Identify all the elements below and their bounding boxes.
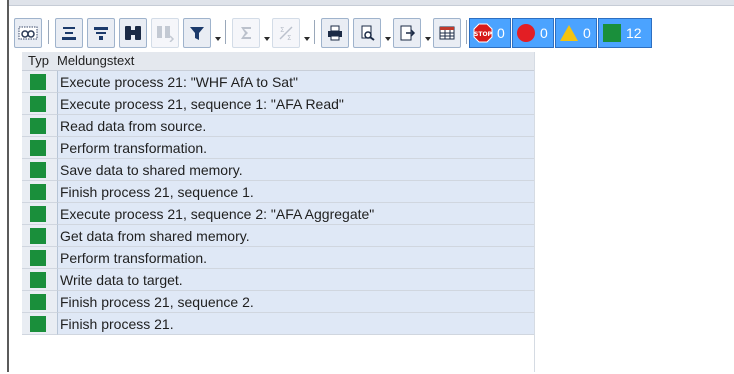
set-filter-dropdown[interactable] (215, 37, 221, 41)
svg-text:Σ: Σ (287, 34, 291, 42)
alv-toolbar: ΣΣ STOP 0 0 0 12 (10, 8, 734, 50)
type-cell[interactable] (22, 93, 57, 115)
message-text[interactable]: Execute process 21, sequence 1: "AFA Rea… (57, 93, 534, 115)
type-cell[interactable] (22, 159, 57, 181)
success-status-icon (30, 294, 46, 310)
stop-count: 0 (497, 25, 505, 41)
green-square-icon (602, 23, 622, 43)
type-cell[interactable] (22, 115, 57, 137)
message-text[interactable]: Finish process 21, sequence 2. (57, 291, 534, 313)
toolbar-separator (466, 20, 467, 44)
red-circle-icon (516, 23, 536, 43)
message-text[interactable]: Save data to shared memory. (57, 159, 534, 181)
column-header-type[interactable]: Typ (28, 53, 49, 68)
message-text[interactable]: Perform transformation. (57, 247, 534, 269)
message-text[interactable]: Read data from source. (57, 115, 534, 137)
error-counter[interactable]: 0 (512, 18, 554, 48)
success-status-icon (30, 184, 46, 200)
find-next-icon[interactable] (151, 18, 179, 48)
table-row[interactable]: Execute process 21: "WHF AfA to Sat" (22, 71, 534, 93)
table-header: Typ Meldungstext (22, 52, 534, 71)
total-dropdown[interactable] (264, 37, 270, 41)
success-status-icon (30, 272, 46, 288)
table-row[interactable]: Read data from source. (22, 115, 534, 137)
message-text[interactable]: Finish process 21. (57, 313, 534, 335)
table-row[interactable]: Write data to target. (22, 269, 534, 291)
success-status-icon (30, 118, 46, 134)
filter-lines-icon[interactable] (87, 18, 115, 48)
success-status-icon (30, 316, 46, 332)
message-text[interactable]: Write data to target. (57, 269, 534, 291)
total-icon[interactable] (232, 18, 260, 48)
export-icon[interactable] (393, 18, 421, 48)
type-cell[interactable] (22, 291, 57, 313)
svg-text:STOP: STOP (474, 31, 493, 38)
type-cell[interactable] (22, 181, 57, 203)
type-cell[interactable] (22, 203, 57, 225)
toolbar-separator (225, 20, 226, 44)
layout-grid-icon[interactable] (433, 18, 461, 48)
message-text[interactable]: Execute process 21: "WHF AfA to Sat" (57, 71, 534, 93)
empty-area (534, 52, 734, 372)
type-cell[interactable] (22, 269, 57, 291)
message-text[interactable]: Perform transformation. (57, 137, 534, 159)
message-table: Typ Meldungstext Execute process 21: "WH… (22, 52, 534, 374)
type-cell[interactable] (22, 313, 57, 335)
toolbar-separator (48, 20, 49, 44)
set-filter-icon[interactable] (183, 18, 211, 48)
table-row[interactable]: Perform transformation. (22, 137, 534, 159)
details-icon[interactable] (14, 18, 42, 48)
success-status-icon (30, 228, 46, 244)
print-preview-dropdown[interactable] (385, 37, 391, 41)
success-status-icon (30, 162, 46, 178)
success-count: 12 (626, 25, 642, 41)
table-row[interactable]: Perform transformation. (22, 247, 534, 269)
message-text[interactable]: Finish process 21, sequence 1. (57, 181, 534, 203)
export-dropdown[interactable] (425, 37, 431, 41)
print-preview-icon[interactable] (353, 18, 381, 48)
svg-text:Σ: Σ (280, 26, 284, 34)
table-row[interactable]: Save data to shared memory. (22, 159, 534, 181)
table-row[interactable]: Execute process 21, sequence 1: "AFA Rea… (22, 93, 534, 115)
table-row[interactable]: Finish process 21. (22, 313, 534, 335)
top-frame (9, 0, 734, 6)
success-status-icon (30, 206, 46, 222)
left-frame (0, 0, 9, 372)
table-row[interactable]: Finish process 21, sequence 1. (22, 181, 534, 203)
print-icon[interactable] (321, 18, 349, 48)
subtotal-icon[interactable]: ΣΣ (272, 18, 300, 48)
success-status-icon (30, 250, 46, 266)
success-status-icon (30, 74, 46, 90)
warning-counter[interactable]: 0 (555, 18, 597, 48)
sort-ascending-icon[interactable] (55, 18, 83, 48)
warning-count: 0 (583, 25, 591, 41)
success-status-icon (30, 140, 46, 156)
toolbar-separator (314, 20, 315, 44)
stop-counter[interactable]: STOP 0 (469, 18, 511, 48)
column-header-message[interactable]: Meldungstext (57, 53, 134, 68)
type-cell[interactable] (22, 247, 57, 269)
subtotal-dropdown[interactable] (304, 37, 310, 41)
type-cell[interactable] (22, 71, 57, 93)
warning-triangle-icon (559, 23, 579, 43)
success-status-icon (30, 96, 46, 112)
type-cell[interactable] (22, 137, 57, 159)
table-row[interactable]: Finish process 21, sequence 2. (22, 291, 534, 313)
success-counter[interactable]: 12 (598, 18, 652, 48)
message-text[interactable]: Execute process 21, sequence 2: "AFA Agg… (57, 203, 534, 225)
table-row[interactable]: Get data from shared memory. (22, 225, 534, 247)
type-cell[interactable] (22, 225, 57, 247)
find-icon[interactable] (119, 18, 147, 48)
table-row[interactable]: Execute process 21, sequence 2: "AFA Agg… (22, 203, 534, 225)
error-count: 0 (540, 25, 548, 41)
stop-icon: STOP (473, 23, 493, 43)
message-text[interactable]: Get data from shared memory. (57, 225, 534, 247)
